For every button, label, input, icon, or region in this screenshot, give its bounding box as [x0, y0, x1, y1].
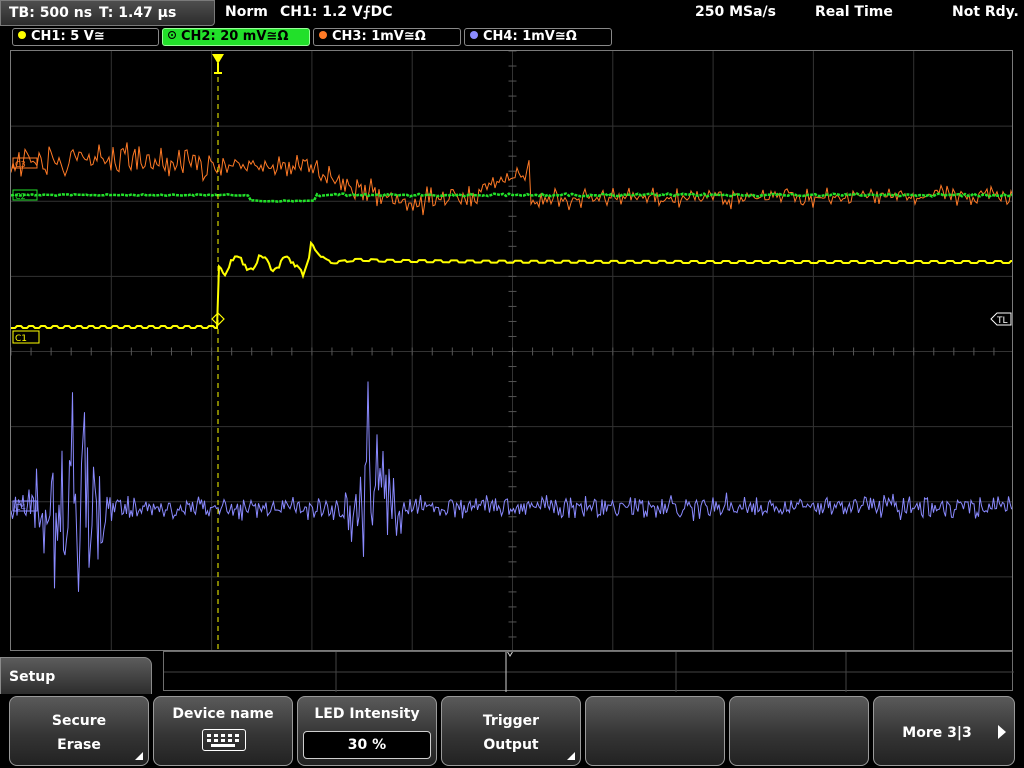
device-name-label: Device name [172, 706, 274, 722]
trigger-time-readout: T: 1.47 µs [99, 5, 177, 21]
menu-title: Setup [9, 669, 56, 685]
led-intensity-label: LED Intensity [314, 706, 420, 722]
ch1-offset-marker[interactable]: C1 [12, 330, 40, 344]
trigger-output-button[interactable]: Trigger Output [441, 696, 581, 766]
ch3-marker-label: C3 [15, 160, 26, 169]
ch3-color-dot [319, 31, 327, 39]
timebase-box[interactable]: TB: 500 ns T: 1.47 µs [0, 0, 215, 26]
empty-softkey-6[interactable] [729, 696, 869, 766]
trigger-state: Not Rdy. [952, 4, 1019, 20]
trigger-level-marker[interactable]: TL [990, 312, 1012, 326]
tab-ch4[interactable]: CH4: 1mV≅Ω [464, 28, 612, 46]
secure-erase-button[interactable]: Secure Erase [9, 696, 149, 766]
acquisition-mode[interactable]: Norm [225, 4, 268, 20]
ch1-color-dot [18, 31, 26, 39]
trigger-level-label: TL [996, 316, 1008, 326]
ch4-color-dot [470, 31, 478, 39]
submenu-indicator-icon [135, 752, 143, 760]
more-button[interactable]: More 3|3 [873, 696, 1015, 766]
more-label: More 3|3 [902, 725, 972, 741]
zoom-overview-strip[interactable] [163, 650, 1014, 692]
tab-ch1[interactable]: CH1: 5 V≅ [12, 28, 159, 46]
timebase-readout: TB: 500 ns [9, 5, 93, 21]
device-name-button[interactable]: Device name [153, 696, 293, 766]
trigger-position-icon[interactable] [212, 54, 224, 74]
submenu-indicator-icon [567, 752, 575, 760]
menu-title-tab: Setup [0, 657, 152, 697]
tab-ch3[interactable]: CH3: 1mV≅Ω [313, 28, 461, 46]
led-intensity-value[interactable]: 30 % [303, 731, 431, 759]
trigger-output-label-2: Output [483, 737, 539, 753]
ch2-offset-marker[interactable]: C2 [12, 189, 38, 201]
tab-ch2[interactable]: CH2: 20 mV≅Ω [162, 28, 310, 46]
empty-softkey-5[interactable] [585, 696, 725, 766]
trigger-output-label-1: Trigger [482, 713, 540, 729]
secure-erase-label-2: Erase [57, 737, 101, 753]
ch4-marker-label: C4 [15, 503, 26, 512]
ch2-marker-label: C2 [15, 192, 26, 201]
waveform-display[interactable]: C3 C2 C1 C4 TL [10, 50, 1013, 651]
ch1-marker-label: C1 [15, 334, 27, 344]
sample-rate: 250 MSa/s [695, 4, 777, 20]
status-bar: TB: 500 ns T: 1.47 µs Norm CH1: 1.2 V⨍DC… [0, 0, 1024, 26]
ch2-color-dot [168, 31, 176, 39]
secure-erase-label-1: Secure [51, 713, 107, 729]
led-intensity-button[interactable]: LED Intensity 30 % [297, 696, 437, 766]
trigger-source[interactable]: CH1: 1.2 V⨍DC [280, 4, 393, 20]
ch3-offset-marker[interactable]: C3 [12, 157, 38, 169]
keyboard-icon [202, 729, 246, 751]
softkey-bar: Secure Erase Device name LED Intensity 3… [0, 694, 1024, 768]
run-mode: Real Time [815, 4, 893, 20]
arrow-right-icon [998, 725, 1006, 739]
graticule [11, 51, 1012, 650]
